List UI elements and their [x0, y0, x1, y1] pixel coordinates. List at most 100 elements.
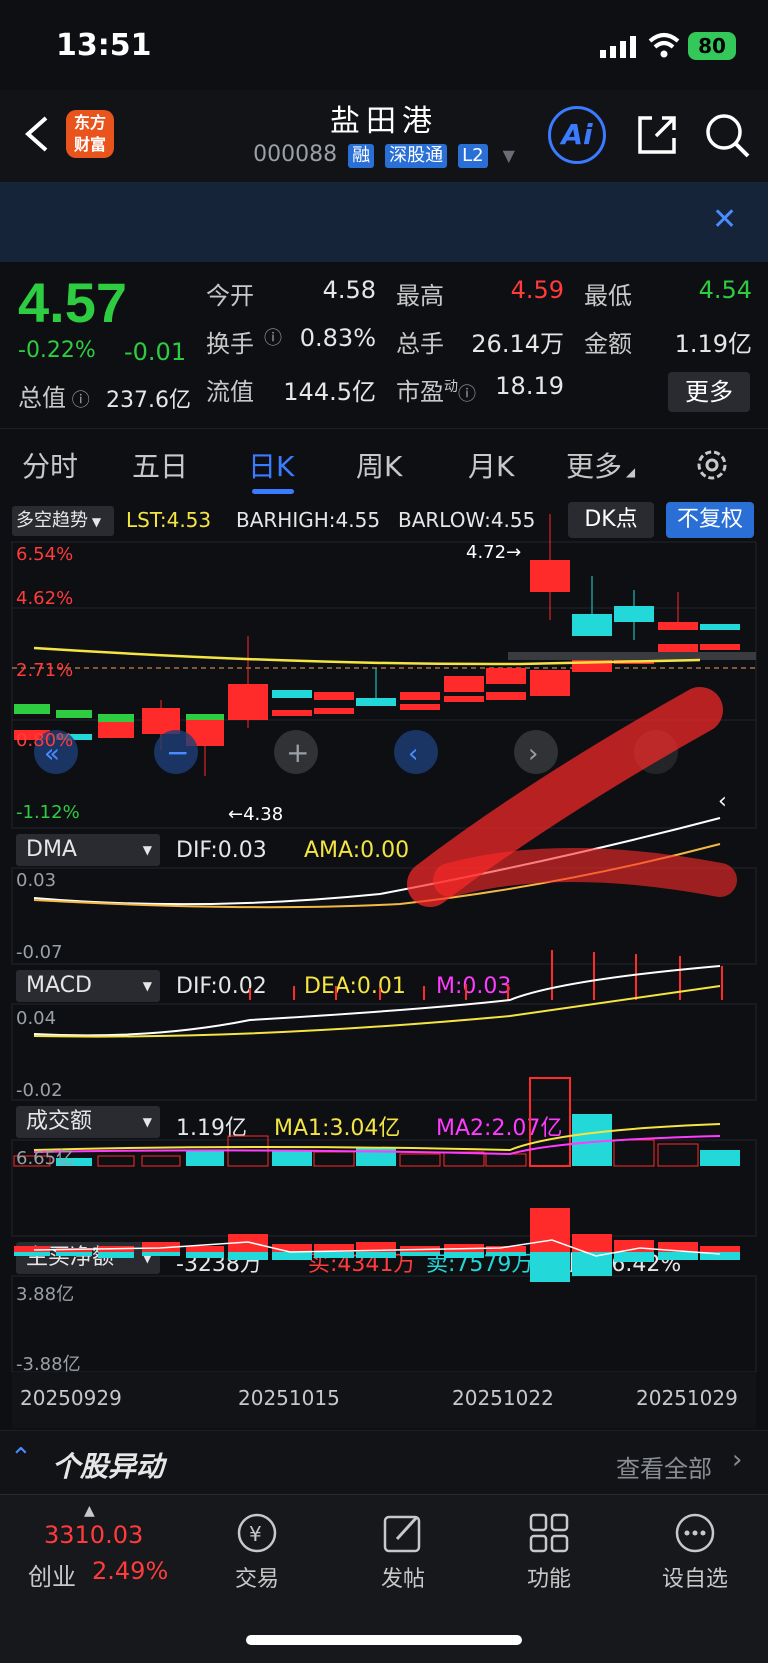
macd-axis-top: 0.04	[16, 1008, 57, 1029]
tag-margin: 融	[348, 144, 375, 168]
tab-watchlist-label: 设自选	[661, 1567, 728, 1592]
volume-value: 26.14万	[471, 330, 564, 358]
tab-watchlist[interactable]: 设自选	[640, 1511, 750, 1593]
signal-icon	[600, 36, 636, 58]
kline-chart-area[interactable]: « − + ‹ › ‹	[0, 500, 768, 1430]
total-value-label-text: 总值	[18, 384, 66, 412]
tab-weekly-k[interactable]: 周K	[356, 445, 402, 485]
home-indicator	[246, 1635, 522, 1645]
pe-value: 18.19	[495, 372, 564, 400]
tab-intraday[interactable]: 分时	[22, 445, 78, 485]
svg-text:+: +	[286, 736, 309, 769]
pct-label-2: 4.62%	[16, 588, 74, 609]
tag-connect: 深股通	[385, 144, 448, 168]
high-marker-value: 4.72	[466, 542, 507, 563]
tab-trade-label: 交易	[234, 1567, 279, 1592]
date-label-2: 20251015	[238, 1386, 340, 1410]
caret-up-icon: ▲	[84, 1503, 95, 1519]
float-value: 144.5亿	[283, 378, 376, 406]
more-dots-icon	[675, 1513, 715, 1553]
pe-label: 市盈动ⓘ	[396, 378, 476, 406]
macd-axis-bottom: -0.02	[16, 1080, 63, 1101]
wifi-icon	[648, 33, 680, 58]
low-label: 最低	[584, 282, 632, 310]
panel-collapse-icon: ‹	[718, 789, 727, 814]
pct-label-1: 6.54%	[16, 544, 74, 565]
stock-anomaly-bar[interactable]: ⌃ 个股异动 查看全部 ›	[0, 1430, 768, 1494]
macd-bars	[249, 950, 723, 1000]
period-tabs: 分时 五日 日K 周K 月K 更多 ◢	[0, 428, 768, 500]
stock-code: 000088	[253, 142, 338, 167]
pe-sup: 动	[444, 379, 458, 395]
svg-text:›: ›	[528, 739, 538, 769]
tab-five-day[interactable]: 五日	[132, 445, 188, 485]
gear-icon[interactable]	[694, 447, 730, 483]
tab-underline	[252, 489, 294, 494]
date-label-3: 20251022	[452, 1386, 554, 1410]
pct-label-4: 0.80%	[16, 730, 74, 751]
high-label: 最高	[396, 282, 444, 310]
turnover-value: 0.83%	[299, 324, 376, 352]
tab-more[interactable]: 更多 ◢	[566, 445, 635, 485]
svg-text:¥: ¥	[249, 1522, 262, 1546]
turnover-bars	[13, 1077, 740, 1167]
high-marker: 4.72→	[466, 542, 522, 563]
tab-post[interactable]: 发帖	[348, 1511, 458, 1593]
trade-icon: ¥	[237, 1513, 277, 1553]
svg-text:‹: ‹	[408, 739, 418, 769]
grid-icon	[529, 1513, 569, 1553]
tab-daily-k[interactable]: 日K	[248, 445, 294, 485]
amount-label: 金额	[584, 330, 632, 358]
status-bar: 13:51 80	[0, 0, 768, 90]
index-change[interactable]: 2.49%	[92, 1557, 168, 1585]
chevron-up-icon[interactable]: ⌃	[10, 1443, 32, 1473]
more-button[interactable]: 更多	[668, 372, 750, 412]
view-all-link[interactable]: 查看全部	[616, 1449, 712, 1484]
tab-functions-label: 功能	[526, 1567, 571, 1592]
low-marker-value: 4.38	[243, 804, 284, 825]
pct-label-3: 2.71%	[16, 660, 74, 681]
battery-icon: 80	[688, 32, 736, 60]
date-label-4: 20251029	[636, 1386, 738, 1410]
change-percent: -0.22%	[18, 338, 96, 363]
pe-label-text: 市盈	[396, 378, 444, 406]
bottom-tab-bar: ▲ 3310.03 创业 2.49% ¥ 交易 发帖 功能 设自选	[0, 1494, 768, 1663]
status-time: 13:51	[56, 28, 152, 63]
tab-more-label: 更多	[566, 450, 623, 483]
netbuy-axis-bottom: -3.88亿	[16, 1354, 81, 1375]
dma-axis-bottom: -0.07	[16, 942, 63, 963]
caret-down-icon: ▼	[502, 146, 515, 165]
low-value: 4.54	[698, 276, 752, 304]
ad-banner[interactable]: ✕	[0, 182, 768, 262]
tab-post-label: 发帖	[380, 1567, 425, 1592]
volume-label: 总手	[396, 330, 444, 358]
high-value: 4.59	[510, 276, 564, 304]
change-amount: -0.01	[124, 338, 187, 366]
amount-value: 1.19亿	[674, 330, 752, 358]
low-marker: ←4.38	[228, 804, 284, 825]
index-name[interactable]: 创业	[28, 1557, 76, 1592]
svg-text:−: −	[166, 736, 189, 769]
dma-axis-top: 0.03	[16, 870, 57, 891]
chevron-right-icon: ›	[732, 1445, 743, 1475]
tab-monthly-k[interactable]: 月K	[468, 445, 514, 485]
close-icon[interactable]: ✕	[712, 202, 737, 237]
turnover-label: 换手	[206, 330, 254, 358]
quote-panel: 4.57 -0.22% -0.01 总值 ⓘ 237.6亿 今开 4.58 最高…	[0, 262, 768, 422]
date-label-1: 20250929	[20, 1386, 122, 1410]
current-price: 4.57	[18, 271, 127, 334]
total-value: 237.6亿	[106, 388, 191, 413]
share-icon[interactable]	[634, 112, 678, 156]
stock-header: 东方 财富 盐田港 000088 融 深股通 L2 ▼ Ai	[0, 90, 768, 182]
tab-trade[interactable]: ¥ 交易	[202, 1511, 312, 1593]
tag-l2: L2	[458, 144, 488, 168]
search-icon[interactable]	[704, 112, 750, 158]
open-value: 4.58	[322, 276, 376, 304]
float-label: 流值	[206, 378, 254, 406]
anomaly-title: 个股异动	[52, 1450, 165, 1483]
tab-functions[interactable]: 功能	[494, 1511, 604, 1593]
turnover-axis-top: 6.65亿	[16, 1148, 75, 1169]
ai-button[interactable]: Ai	[548, 106, 606, 164]
info-icon[interactable]: ⓘ	[264, 324, 282, 350]
index-value[interactable]: 3310.03	[44, 1521, 143, 1549]
